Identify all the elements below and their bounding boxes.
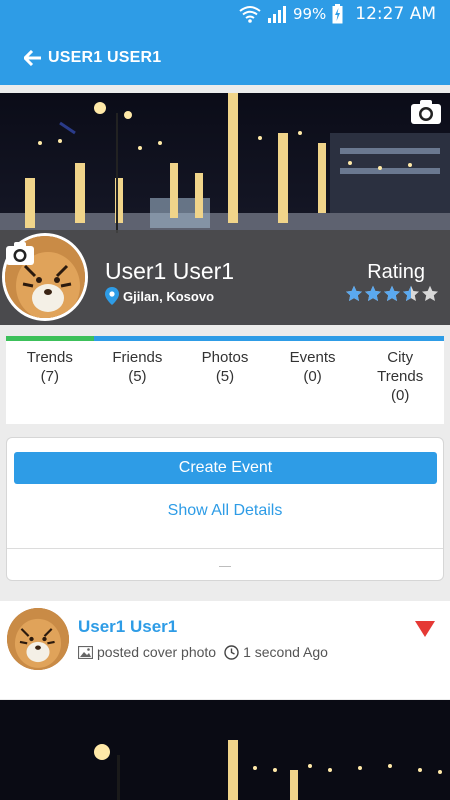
arrow-left-icon [24, 49, 41, 66]
status-icons: 99% 12:27 AM [239, 4, 436, 24]
post-menu-triangle-icon[interactable] [415, 621, 435, 637]
post-photo[interactable] [0, 700, 450, 800]
stat-trends[interactable]: Trends (7) [6, 341, 94, 424]
stat-city-trends-label-line2: Trends [377, 368, 424, 385]
stat-events-value: (0) [303, 368, 322, 385]
image-icon [78, 645, 93, 659]
stats-card: Trends (7) Friends (5) Photos (5) Events… [6, 336, 444, 424]
post-action: posted cover photo [97, 644, 217, 660]
post-author[interactable]: User1 User1 [78, 617, 177, 637]
stat-photos-label: Photos [201, 349, 249, 366]
stat-trends-value: (7) [40, 368, 59, 385]
tiger-avatar-image [7, 608, 69, 670]
stat-city-trends-label-line1: City [387, 349, 414, 366]
stat-events-label: Events [289, 349, 336, 366]
stat-photos[interactable]: Photos (5) [181, 341, 269, 424]
divider [7, 548, 443, 549]
avatar-camera-icon[interactable] [5, 242, 35, 266]
clock-icon [224, 644, 239, 660]
camera-icon[interactable] [410, 99, 442, 125]
battery-percent: 99% [292, 5, 327, 23]
stat-trends-label: Trends [26, 349, 73, 366]
profile-name: User1 User1 [105, 258, 235, 284]
active-tab-indicator [6, 336, 94, 341]
stat-friends-label: Friends [112, 349, 163, 366]
battery-icon [332, 4, 343, 24]
post-photo-image [0, 700, 450, 800]
stat-friends-value: (5) [128, 368, 147, 385]
post-meta: posted cover photo 1 second Ago [78, 644, 328, 660]
page-title: USER1 USER1 [48, 48, 162, 66]
wifi-icon [239, 6, 261, 23]
create-event-button[interactable]: Create Event [14, 452, 437, 484]
post-avatar[interactable] [7, 608, 69, 670]
back-button[interactable] [18, 43, 48, 73]
star-icon [422, 285, 438, 301]
post-card: User1 User1 posted cover photo 1 second … [0, 601, 450, 699]
show-all-details-link[interactable]: Show All Details [7, 502, 443, 520]
star-icon [346, 285, 362, 301]
stat-city-trends[interactable]: City Trends (0) [356, 341, 444, 424]
clock: 12:27 AM [355, 4, 436, 24]
star-icon [384, 285, 400, 301]
rating-label: Rating [367, 261, 425, 283]
stat-city-trends-value: (0) [391, 387, 410, 404]
profile-location: Gjilan, Kosovo [105, 287, 214, 305]
signal-icon [267, 6, 286, 23]
stat-photos-value: (5) [215, 368, 235, 385]
app-bar: USER1 USER1 [0, 30, 450, 85]
stat-events[interactable]: Events (0) [269, 341, 357, 424]
post-time: 1 second Ago [243, 644, 328, 660]
status-bar: 99% 12:27 AM [0, 0, 450, 30]
stat-friends[interactable]: Friends (5) [94, 341, 182, 424]
collapse-handle[interactable] [219, 566, 231, 567]
events-card: Create Event Show All Details [6, 437, 444, 581]
rating-stars [345, 285, 439, 302]
star-icon [403, 285, 419, 301]
star-icon [365, 285, 381, 301]
location-pin-icon [105, 287, 119, 305]
location-text: Gjilan, Kosovo [123, 288, 215, 304]
